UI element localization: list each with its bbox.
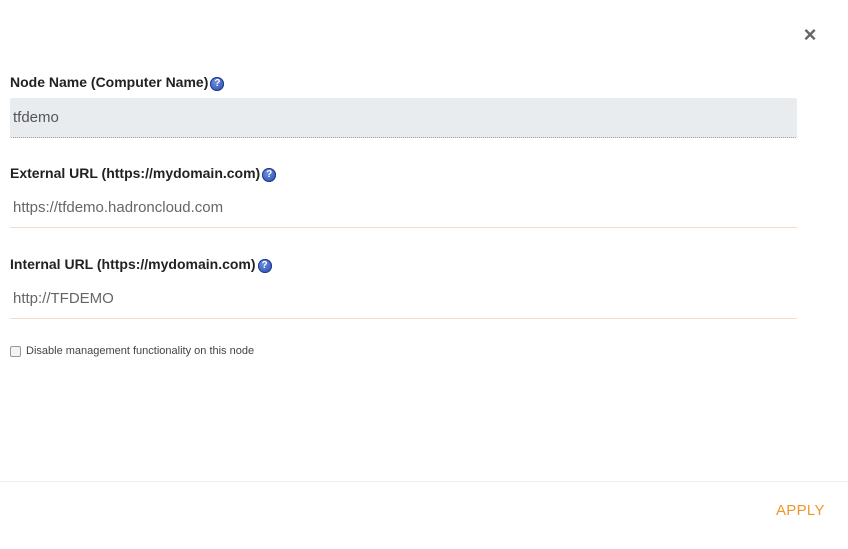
- external-url-label-text: External URL (https://mydomain.com): [10, 165, 261, 181]
- help-icon[interactable]: ?: [257, 259, 272, 273]
- close-icon[interactable]: ×: [800, 24, 820, 46]
- help-icon[interactable]: ?: [210, 77, 225, 91]
- footer-divider: [0, 481, 848, 482]
- external-url-field[interactable]: [10, 188, 797, 228]
- internal-url-label: Internal URL (https://mydomain.com) ?: [10, 255, 272, 273]
- internal-url-field[interactable]: [10, 279, 797, 319]
- node-name-label-text: Node Name (Computer Name): [10, 74, 209, 90]
- disable-management-checkbox[interactable]: [10, 345, 21, 357]
- apply-button[interactable]: APPLY: [776, 502, 825, 519]
- help-icon[interactable]: ?: [262, 168, 277, 182]
- external-url-label: External URL (https://mydomain.com) ?: [10, 164, 277, 182]
- node-name-label: Node Name (Computer Name) ?: [10, 73, 225, 91]
- disable-management-row: Disable management functionality on this…: [10, 345, 254, 357]
- internal-url-label-text: Internal URL (https://mydomain.com): [10, 256, 256, 272]
- node-name-field[interactable]: [10, 98, 797, 138]
- disable-management-label[interactable]: Disable management functionality on this…: [26, 345, 254, 357]
